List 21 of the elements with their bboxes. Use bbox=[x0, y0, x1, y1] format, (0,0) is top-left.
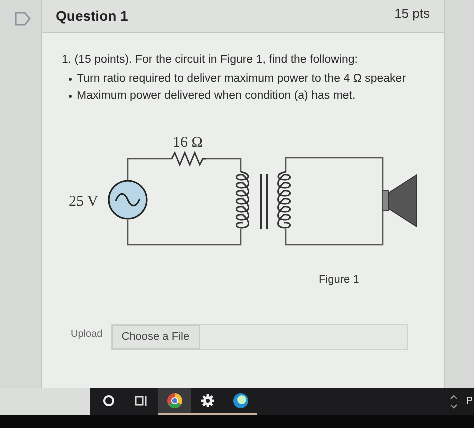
bullet-text: Maximum power delivered when condition (a) has met. bbox=[77, 89, 356, 104]
file-field[interactable]: Choose a File bbox=[110, 324, 408, 350]
question-title: Question 1 bbox=[56, 8, 128, 24]
question-text: 1. (15 points). For the circuit in Figure 1, find the following: bbox=[62, 54, 359, 66]
chevron-icon[interactable] bbox=[450, 392, 458, 410]
points-label: 15 pts bbox=[394, 6, 430, 21]
taskbar-button[interactable] bbox=[158, 388, 191, 415]
resistor-label: 16 Ω bbox=[173, 135, 203, 151]
bullet-icon bbox=[69, 78, 72, 81]
color-wheel-icon bbox=[166, 392, 182, 408]
choose-file-button[interactable]: Choose a File bbox=[112, 325, 200, 349]
bullet-icon bbox=[69, 95, 72, 98]
bullet-text: Turn ratio required to deliver maximum power to the 4 Ω speaker bbox=[77, 72, 406, 87]
voltage-label: 25 V bbox=[69, 194, 98, 210]
task-view-icon bbox=[135, 394, 148, 406]
circle-icon bbox=[102, 394, 114, 406]
upload-label: Upload bbox=[71, 328, 103, 340]
tray-text: P bbox=[466, 396, 473, 407]
settings-icon bbox=[200, 394, 214, 408]
orb-icon bbox=[232, 392, 248, 408]
figure-caption: Figure 1 bbox=[319, 274, 360, 286]
